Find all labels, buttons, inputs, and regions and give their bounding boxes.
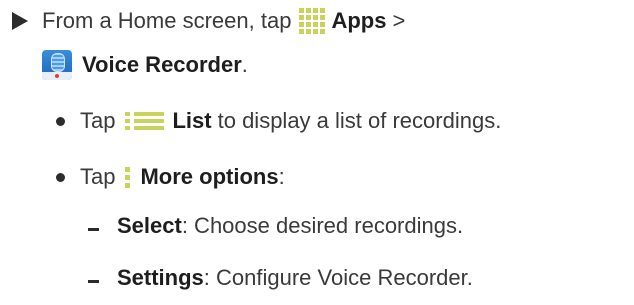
more-options-label: More options [140, 164, 279, 189]
more-options-icon [125, 166, 131, 188]
bullet-dot-icon [56, 116, 65, 126]
apps-separator: > [392, 8, 406, 33]
step-line-1: From a Home screen, tap Apps > [12, 7, 405, 35]
apps-label: Apps [331, 8, 387, 33]
select-label: Select [117, 213, 182, 238]
list-icon [125, 112, 165, 130]
settings-label: Settings [117, 265, 204, 290]
dash-bullet-icon [88, 227, 99, 231]
list-label: List [172, 108, 212, 133]
subitem-select: Select : Choose desired recordings. [88, 212, 463, 240]
bullet-more-options: Tap More options : [56, 163, 285, 191]
subitem-settings: Settings : Configure Voice Recorder. [88, 264, 473, 292]
bullet-tap-text: Tap [80, 164, 116, 189]
apps-grid-icon [299, 8, 326, 34]
voice-recorder-label: Voice Recorder [82, 52, 242, 77]
settings-description: : Configure Voice Recorder. [203, 265, 473, 290]
bullet-tap-text: Tap [80, 108, 116, 133]
bullet-dot-icon [56, 172, 65, 182]
arrow-bullet-icon [12, 12, 28, 30]
list-description: to display a list of recordings. [217, 108, 502, 133]
bullet-list: Tap List to display a list of recordings… [56, 107, 501, 135]
dash-bullet-icon [88, 279, 99, 283]
voice-suffix: . [241, 52, 248, 77]
step-prefix: From a Home screen, tap [42, 8, 292, 33]
select-description: : Choose desired recordings. [181, 213, 464, 238]
voice-recorder-icon [42, 50, 72, 80]
more-options-colon: : [278, 164, 285, 189]
step-line-2: Voice Recorder . [42, 50, 248, 80]
